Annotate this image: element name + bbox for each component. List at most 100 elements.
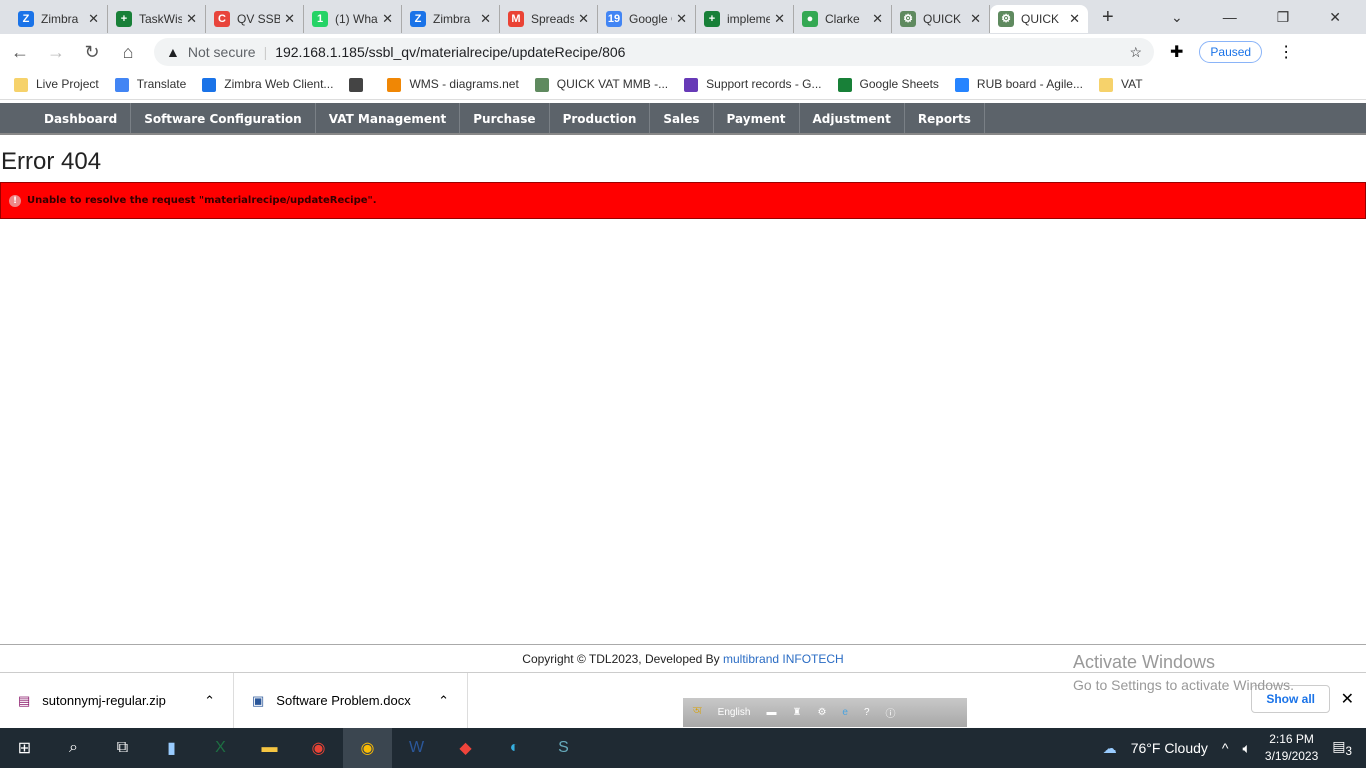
minimize-icon[interactable]: — [1223, 9, 1237, 26]
menu-item[interactable]: Production [550, 103, 651, 133]
tab-favicon-icon: 19 [606, 11, 622, 27]
keyboard-icon[interactable]: ▬ [766, 707, 776, 718]
help-icon[interactable]: ? [864, 707, 870, 718]
browser-tab[interactable]: + implementation✕ [696, 5, 794, 33]
profile-button[interactable]: Paused [1199, 41, 1263, 63]
tab-close-icon[interactable]: ✕ [1069, 11, 1080, 27]
forward-icon[interactable]: → [46, 42, 66, 63]
back-icon[interactable]: ← [10, 42, 30, 63]
tab-favicon-icon: ⚙ [998, 11, 1014, 27]
tab-close-icon[interactable]: ✕ [88, 11, 99, 27]
tab-close-icon[interactable]: ✕ [284, 11, 295, 27]
menu-item[interactable]: Adjustment [800, 103, 905, 133]
app-icon[interactable]: ▮ [147, 728, 196, 768]
word-taskbar-icon[interactable]: W [392, 728, 441, 768]
browser-tab[interactable]: C QV SSBL ✕ [206, 5, 304, 33]
edge-icon[interactable]: ◐ [490, 728, 539, 768]
bookmark-item[interactable]: Zimbra Web Client... [202, 77, 333, 92]
bookmark-item[interactable]: Google Sheets [837, 77, 939, 92]
start-icon[interactable]: ⊞ [0, 728, 49, 768]
browser-tab[interactable]: ⚙ QUICK ✕ [990, 5, 1088, 33]
bookmark-item[interactable]: VAT [1098, 77, 1143, 92]
bookmark-item[interactable]: Support records - G... [684, 77, 822, 92]
clock[interactable]: 2:16 PM 3/19/2023 [1265, 731, 1318, 765]
menu-item[interactable]: VAT Management [316, 103, 461, 133]
home-icon[interactable]: ⌂ [118, 42, 138, 63]
info-icon[interactable]: ⓘ [886, 705, 896, 720]
chrome-icon[interactable]: ◉ [294, 728, 343, 768]
task-view-icon[interactable]: ⧉ [98, 728, 147, 768]
anydesk-icon[interactable]: ◆ [441, 728, 490, 768]
bookmark-icon [14, 77, 28, 92]
tab-close-icon[interactable]: ✕ [970, 11, 981, 27]
excel-icon[interactable]: X [196, 728, 245, 768]
menu-item[interactable]: Sales [650, 103, 714, 133]
tab-close-icon[interactable]: ✕ [186, 11, 197, 27]
menu-item[interactable]: Dashboard [31, 103, 132, 133]
close-icon[interactable]: ✕ [1341, 689, 1354, 709]
bookmark-item[interactable]: QUICK VAT MMB -... [534, 77, 668, 92]
search-icon[interactable]: ⌕ [49, 728, 98, 768]
speaker-icon[interactable]: 🔈︎ [1242, 740, 1250, 757]
developer-link[interactable]: multibrand INFOTECH [723, 652, 844, 666]
download-filename: sutonnymj-regular.zip [42, 693, 166, 708]
chrome-active-icon[interactable]: ◉ [343, 728, 392, 768]
menu-item[interactable]: Software Configuration [131, 103, 316, 133]
tab-close-icon[interactable]: ✕ [774, 11, 785, 27]
browser-tab[interactable]: 19 Google Calendar ✕ [598, 5, 696, 33]
chevron-up-icon[interactable]: ⌃ [204, 693, 215, 709]
tab-title: QV SSBL [237, 12, 280, 26]
language-selector[interactable]: English [718, 707, 751, 718]
bookmark-icon [954, 77, 969, 92]
browser-tab[interactable]: + TaskWise ✕ [108, 5, 206, 33]
file-explorer-icon[interactable]: ▬ [245, 728, 294, 768]
browser-tab[interactable]: Z Zimbra ✕ [10, 5, 108, 33]
new-tab-icon[interactable]: + [1102, 6, 1114, 29]
close-window-icon[interactable]: ✕ [1329, 9, 1341, 26]
bookmark-icon [114, 77, 129, 92]
bookmark-item[interactable]: Live Project [14, 77, 99, 92]
download-item[interactable]: ▤ sutonnymj-regular.zip ⌃ [0, 672, 234, 729]
browser-tab[interactable]: 1 (1) WhatsApp ✕ [304, 5, 402, 33]
chevron-up-icon[interactable]: ⌃ [438, 693, 449, 709]
extensions-icon[interactable]: ✚ [1170, 42, 1183, 62]
tray-chevron-icon[interactable]: ^ [1222, 740, 1229, 756]
bangla-icon[interactable]: অ [693, 704, 702, 721]
browser-tab[interactable]: M Spreadsheet ✕ [500, 5, 598, 33]
restore-icon[interactable]: ❐ [1277, 9, 1290, 26]
error-message: Unable to resolve the request "materialr… [27, 195, 377, 206]
ie-icon[interactable]: e [842, 707, 848, 718]
settings-icon[interactable]: ⚙ [817, 707, 826, 718]
star-icon[interactable]: ☆ [1129, 44, 1142, 61]
tab-close-icon[interactable]: ✕ [480, 11, 491, 27]
tab-title: Google Calendar [629, 12, 672, 26]
browser-tab[interactable]: ● Clarke ✕ [794, 5, 892, 33]
bookmark-label: Google Sheets [859, 77, 939, 92]
tab-title: Clarke [825, 12, 860, 26]
tab-search-icon[interactable]: ⌄ [1171, 9, 1183, 26]
tool-icon[interactable]: ♜ [792, 707, 801, 718]
menu-item[interactable]: Payment [714, 103, 800, 133]
bookmark-item[interactable]: WMS - diagrams.net [387, 77, 519, 92]
bookmark-item[interactable]: Translate [114, 77, 186, 92]
menu-icon[interactable]: ⋮ [1278, 42, 1294, 62]
tab-close-icon[interactable]: ✕ [578, 11, 589, 27]
reload-icon[interactable]: ↻ [82, 42, 102, 63]
url-input[interactable]: ▲ Not secure | 192.168.1.185/ssbl_qv/mat… [154, 38, 1154, 66]
tab-close-icon[interactable]: ✕ [676, 11, 687, 27]
tab-close-icon[interactable]: ✕ [382, 11, 393, 27]
menu-item[interactable]: Purchase [460, 103, 550, 133]
bookmark-item[interactable]: RUB board - Agile... [954, 77, 1083, 92]
address-bar-row: ← → ↻ ⌂ ▲ Not secure | 192.168.1.185/ssb… [0, 34, 1366, 70]
bookmark-label: Support records - G... [706, 77, 822, 92]
weather-text[interactable]: 76°F Cloudy [1131, 740, 1208, 756]
notifications-icon[interactable]: ▤3 [1332, 738, 1352, 758]
download-item[interactable]: ▣ Software Problem.docx ⌃ [234, 672, 468, 729]
s-app-icon[interactable]: S [539, 728, 588, 768]
bookmark-item[interactable] [349, 77, 371, 92]
browser-tab[interactable]: ⚙ QUICK ✕ [892, 5, 990, 33]
menu-item[interactable]: Reports [905, 103, 985, 133]
tab-close-icon[interactable]: ✕ [872, 11, 883, 27]
tab-favicon-icon: + [116, 11, 132, 27]
browser-tab[interactable]: Z Zimbra ✕ [402, 5, 500, 33]
